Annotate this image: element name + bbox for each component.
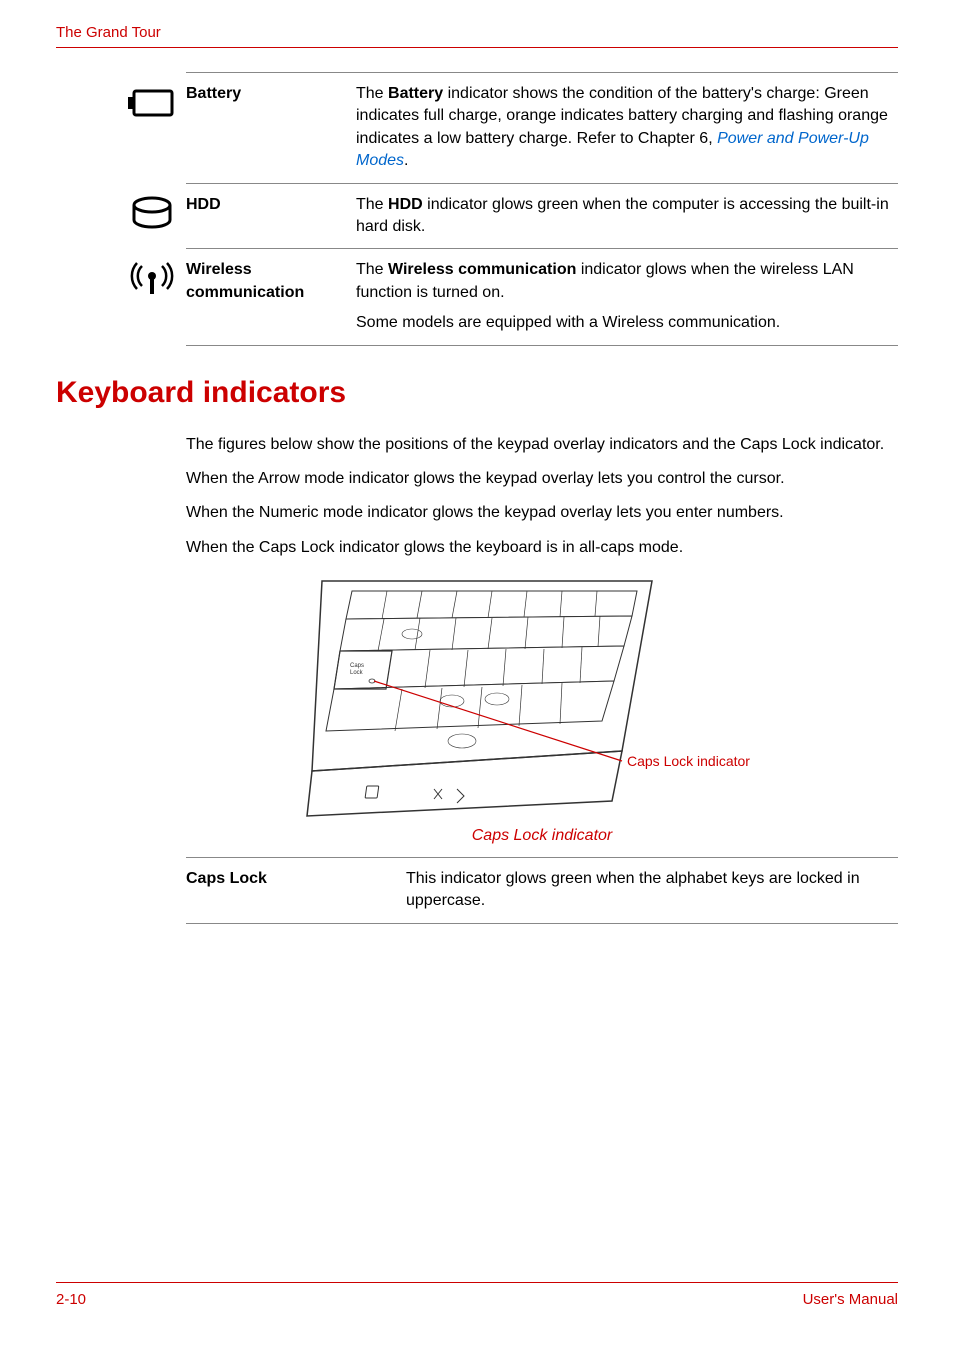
section-content: The figures below show the positions of … xyxy=(186,434,898,924)
term-caps-lock: Caps Lock xyxy=(186,858,406,924)
text-fragment: indicator glows green when the computer … xyxy=(356,196,889,235)
desc-caps-lock: This indicator glows green when the alph… xyxy=(406,858,898,924)
caps-lock-figure-svg: Caps Lock Caps Lock indicator xyxy=(302,571,782,821)
desc-battery: The Battery indicator shows the conditio… xyxy=(356,73,898,184)
bold-term: Battery xyxy=(388,85,443,102)
table-row: HDD The HDD indicator glows green when t… xyxy=(186,183,898,249)
wireless-icon xyxy=(126,255,178,303)
caps-lock-table: Caps Lock This indicator glows green whe… xyxy=(186,857,898,924)
body-para: When the Numeric mode indicator glows th… xyxy=(186,502,898,524)
header-rule xyxy=(56,47,898,48)
table-row: Wireless communication The Wireless comm… xyxy=(186,249,898,345)
term-battery: Battery xyxy=(186,73,356,184)
desc-wireless: The Wireless communication indicator glo… xyxy=(356,249,898,345)
text-fragment: The xyxy=(356,85,388,102)
desc-hdd: The HDD indicator glows green when the c… xyxy=(356,183,898,249)
term-label: HDD xyxy=(186,196,221,213)
body-para: The figures below show the positions of … xyxy=(186,434,898,456)
term-label: Battery xyxy=(186,85,241,102)
page-header: The Grand Tour xyxy=(56,24,898,41)
figure-caps-lock: Caps Lock Caps Lock indicator Cap xyxy=(186,571,898,845)
indicator-table: Battery The Battery indicator shows the … xyxy=(186,72,898,346)
table-row: Caps Lock This indicator glows green whe… xyxy=(186,858,898,924)
term-label: Wireless communication xyxy=(186,261,304,300)
page-footer: 2-10 User's Manual xyxy=(56,1282,898,1308)
text-fragment: Some models are equipped with a Wireless… xyxy=(356,312,892,334)
body-para: When the Caps Lock indicator glows the k… xyxy=(186,537,898,559)
hdd-icon xyxy=(126,190,178,238)
page-number: 2-10 xyxy=(56,1291,86,1308)
footer-rule xyxy=(56,1282,898,1283)
svg-text:Lock: Lock xyxy=(350,670,364,676)
body-para: When the Arrow mode indicator glows the … xyxy=(186,468,898,490)
content-area: Battery The Battery indicator shows the … xyxy=(186,72,898,346)
svg-text:Caps: Caps xyxy=(350,663,364,669)
term-wireless: Wireless communication xyxy=(186,249,356,345)
text-fragment: The xyxy=(356,261,388,278)
table-row: Battery The Battery indicator shows the … xyxy=(186,73,898,184)
text-fragment: The xyxy=(356,196,388,213)
section-heading-keyboard: Keyboard indicators xyxy=(56,376,898,410)
figure-caption: Caps Lock indicator xyxy=(472,827,613,845)
doc-title: User's Manual xyxy=(803,1291,898,1308)
text-fragment: . xyxy=(404,152,408,169)
bold-term: Wireless communication xyxy=(388,261,576,278)
figure-label-text: Caps Lock indicator xyxy=(627,753,750,769)
bold-term: HDD xyxy=(388,196,423,213)
battery-icon xyxy=(126,79,178,127)
term-hdd: HDD xyxy=(186,183,356,249)
